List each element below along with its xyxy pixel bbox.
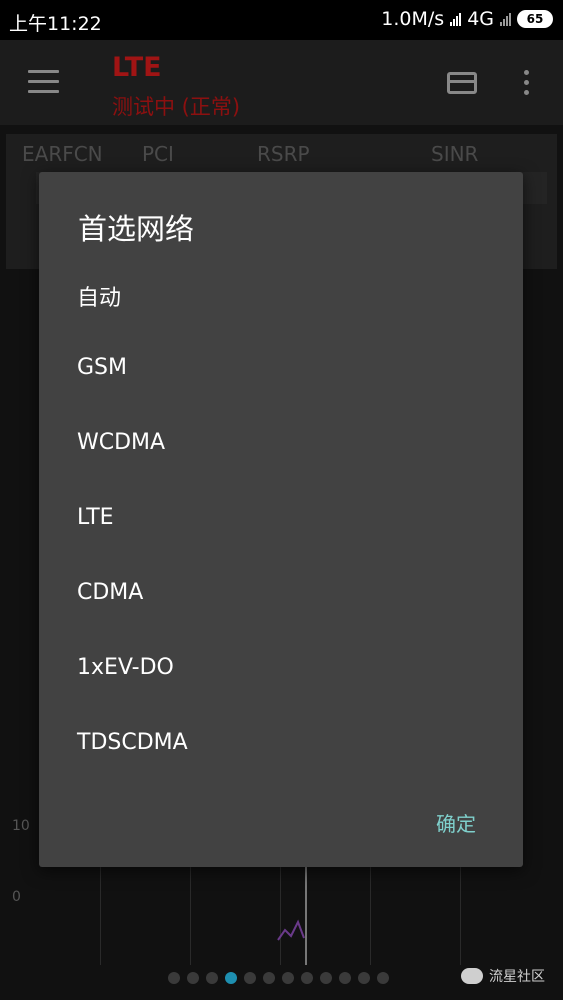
page-dot[interactable]: [320, 972, 332, 984]
page-dot[interactable]: [225, 972, 237, 984]
preferred-network-dialog: 首选网络 自动 GSM WCDMA LTE CDMA 1xEV-DO TDSCD…: [39, 172, 523, 867]
wechat-icon: [461, 968, 483, 984]
watermark-text: 流星社区: [489, 969, 545, 985]
app-title: LTE: [112, 52, 162, 83]
page-dot[interactable]: [244, 972, 256, 984]
battery-icon: 65: [517, 10, 553, 28]
page-dot[interactable]: [168, 972, 180, 984]
more-vert-icon[interactable]: [524, 70, 530, 100]
table-header-sinr: SINR: [431, 142, 479, 166]
page-dot[interactable]: [206, 972, 218, 984]
page-dot[interactable]: [187, 972, 199, 984]
app-bar: LTE 测试中 (正常): [0, 40, 563, 125]
option-auto[interactable]: 自动: [77, 280, 121, 312]
signal-icon: [450, 12, 462, 26]
option-wcdma[interactable]: WCDMA: [77, 430, 165, 455]
page-dot[interactable]: [377, 972, 389, 984]
table-header-pci: PCI: [142, 142, 174, 166]
table-header-rsrp: RSRP: [257, 142, 310, 166]
option-gsm[interactable]: GSM: [77, 355, 127, 380]
app-subtitle: 测试中 (正常): [112, 95, 241, 119]
table-header-earfcn: EARFCN: [22, 142, 103, 166]
graph-trace: [277, 919, 305, 941]
watermark: 流星社区: [461, 966, 545, 986]
status-bar: 上午11:22 1.0M/s 4G 65: [0, 0, 563, 40]
dialog-title: 首选网络: [78, 212, 195, 246]
card-icon[interactable]: [447, 72, 477, 94]
option-lte[interactable]: LTE: [77, 505, 114, 530]
page-dot[interactable]: [263, 972, 275, 984]
page-dot[interactable]: [339, 972, 351, 984]
page-dot[interactable]: [282, 972, 294, 984]
option-cdma[interactable]: CDMA: [77, 580, 143, 605]
graph-y-label: 10: [12, 818, 30, 834]
status-right: 1.0M/s 4G 65: [381, 8, 553, 30]
page-dot[interactable]: [301, 972, 313, 984]
graph-y-label: 0: [12, 889, 21, 905]
page-indicator[interactable]: [168, 972, 389, 984]
status-time: 上午11:22: [9, 13, 102, 35]
option-tdscdma[interactable]: TDSCDMA: [77, 730, 188, 755]
network-type: 4G: [467, 8, 494, 30]
ok-button[interactable]: 确定: [436, 808, 476, 837]
option-1xev-do[interactable]: 1xEV-DO: [77, 655, 174, 680]
page-dot[interactable]: [358, 972, 370, 984]
network-speed: 1.0M/s: [381, 8, 445, 30]
menu-icon[interactable]: [28, 70, 59, 94]
signal-secondary-icon: [500, 12, 511, 26]
